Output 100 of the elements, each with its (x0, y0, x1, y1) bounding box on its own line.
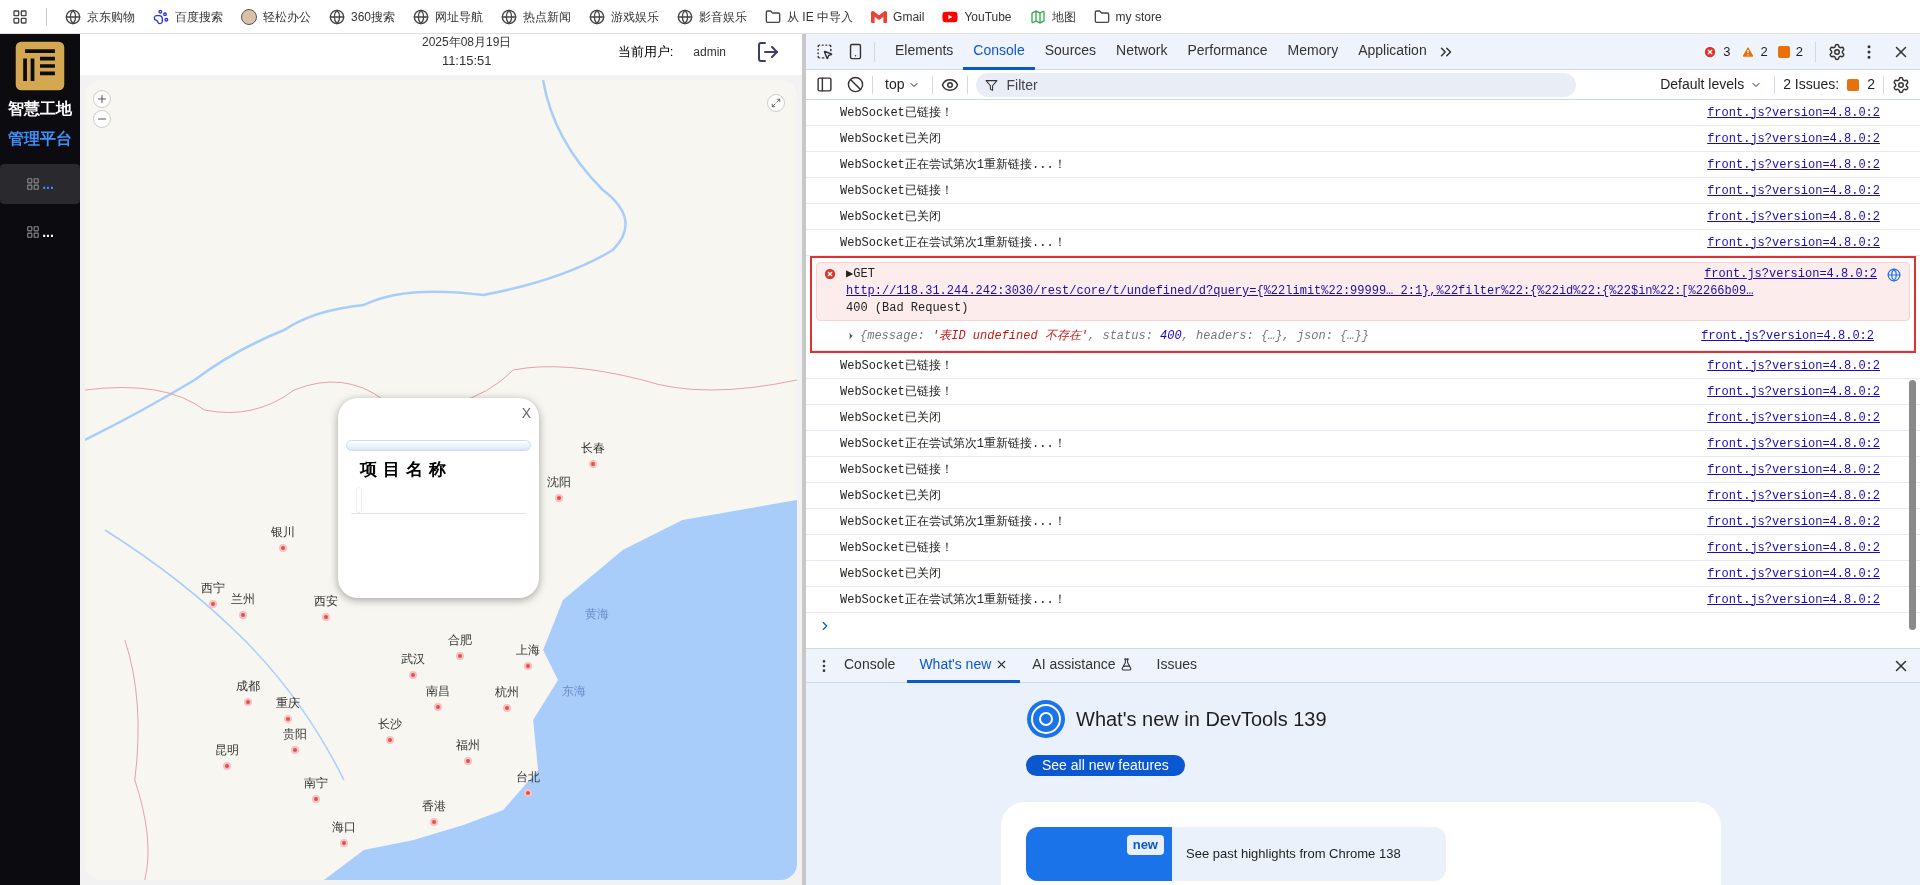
bookmark[interactable]: 京东购物 (65, 7, 135, 26)
source-link[interactable]: front.js?version=4.8.0:2 (1707, 462, 1880, 477)
bookmark[interactable]: 影音娱乐 (677, 7, 748, 26)
source-link[interactable]: front.js?version=4.8.0:2 (1707, 592, 1880, 607)
new-badge: new (1126, 835, 1164, 855)
source-link[interactable]: front.js?version=4.8.0:2 (1707, 514, 1880, 529)
panel-tab[interactable]: Application (1348, 33, 1437, 70)
log-message: WebSocket已关闭 (840, 565, 941, 583)
log-message: WebSocket已关闭 (840, 409, 941, 427)
source-link[interactable]: front.js?version=4.8.0:2 (1707, 358, 1880, 373)
highlight-text[interactable]: See past highlights from Chrome 138 (1186, 844, 1401, 864)
sea-label: 黄海 (585, 608, 609, 620)
see-all-features-button[interactable]: See all new features (1026, 755, 1185, 776)
warning-count[interactable]: 2 (1760, 41, 1768, 62)
globe-icon (413, 8, 430, 25)
filter-field[interactable]: Filter (976, 72, 1577, 97)
logout-icon[interactable] (756, 40, 780, 64)
source-link[interactable]: front.js?version=4.8.0:2 (1707, 384, 1880, 399)
panel-tab[interactable]: Network (1106, 33, 1178, 70)
bookmark[interactable]: 地图 (1029, 7, 1076, 26)
source-link[interactable]: front.js?version=4.8.0:2 (1707, 105, 1880, 120)
city-label: 西安 (314, 595, 338, 607)
request-method[interactable]: ▶GET (846, 266, 875, 283)
globe-icon (677, 8, 694, 25)
context-dropdown[interactable]: top (881, 74, 925, 95)
panel-tab[interactable]: Elements (885, 33, 964, 70)
log-message: WebSocket已链接！ (840, 357, 953, 375)
device-icon[interactable] (847, 43, 864, 60)
panel-tab[interactable]: Performance (1177, 33, 1278, 70)
bookmark[interactable]: 轻松办公 (241, 7, 311, 26)
source-link[interactable]: front.js?version=4.8.0:2 (1701, 328, 1874, 343)
source-link[interactable]: front.js?version=4.8.0:2 (1707, 436, 1880, 451)
globe-icon (65, 8, 81, 25)
source-link[interactable]: front.js?version=4.8.0:2 (1707, 488, 1880, 503)
source-link[interactable]: front.js?version=4.8.0:2 (1707, 566, 1880, 581)
object-preview[interactable]: {message: '表ID undefined 不存在', status: 400, headers: {…}, json: {…}} (860, 326, 1369, 345)
filter-icon (985, 78, 999, 92)
drawer-tab[interactable]: Issues (1144, 648, 1210, 683)
city-label: 兰州 (231, 593, 255, 605)
apps-icon[interactable] (12, 8, 28, 25)
nav-item[interactable]: ... (0, 212, 80, 252)
panel-tab[interactable]: Console (963, 33, 1035, 70)
issues-label[interactable]: 2 Issues: (1783, 74, 1840, 95)
warning-icon (1740, 44, 1755, 59)
issue-icon (1777, 45, 1790, 58)
city-label: 长沙 (378, 718, 402, 730)
city-label: 长春 (581, 442, 605, 454)
folder-icon (1093, 8, 1110, 25)
source-link[interactable]: front.js?version=4.8.0:2 (1707, 235, 1880, 250)
settings-icon[interactable] (1892, 75, 1910, 94)
log-message: WebSocket已关闭 (840, 487, 941, 505)
time-text: 11:15:51 (441, 52, 492, 70)
levels-dropdown[interactable]: Default levels (1656, 74, 1767, 95)
bookmark[interactable]: 热点新闻 (501, 7, 572, 26)
city-label: 武汉 (401, 653, 425, 665)
bookmark[interactable]: 网址导航 (413, 7, 484, 26)
source-link[interactable]: front.js?version=4.8.0:2 (1707, 410, 1880, 425)
panel-tab[interactable]: Sources (1034, 33, 1107, 70)
globe-icon (589, 8, 606, 25)
source-link[interactable]: front.js?version=4.8.0:2 (1707, 540, 1880, 555)
drawer-tab[interactable]: What's new (907, 648, 1021, 683)
bookmark[interactable]: 游戏娱乐 (589, 7, 660, 26)
bookmark[interactable]: 360搜索 (329, 7, 396, 26)
network-icon[interactable] (1887, 267, 1901, 282)
inspect-icon[interactable] (816, 43, 833, 60)
source-link[interactable]: front.js?version=4.8.0:2 (1707, 157, 1880, 172)
error-count[interactable]: 3 (1723, 41, 1731, 62)
settings-icon[interactable] (1828, 42, 1846, 61)
mail-icon (871, 8, 888, 25)
bookmark[interactable]: my store (1093, 7, 1162, 26)
source-link[interactable]: front.js?version=4.8.0:2 (1707, 183, 1880, 198)
grid-icon (26, 225, 41, 239)
clear-icon[interactable] (847, 76, 864, 93)
bookmark[interactable]: 百度搜索 (153, 7, 223, 26)
expand-icon[interactable] (846, 330, 856, 341)
bookmark[interactable]: 从 IE 中导入 (765, 7, 854, 26)
scrollbar-thumb[interactable] (1909, 380, 1916, 630)
whats-new-title: What's new in DevTools 139 (1076, 707, 1327, 732)
globe-icon (329, 8, 345, 25)
source-link[interactable]: front.js?version=4.8.0:2 (1707, 131, 1880, 146)
sea-label: 东海 (562, 685, 586, 697)
issue-count[interactable]: 2 (1867, 74, 1875, 95)
panel-tab[interactable]: Memory (1277, 33, 1349, 70)
request-url[interactable]: http://118.31.244.242:3030/rest/core/t/undefined/d?query={%22limit%22:99999… 2:1},%22filter%22:{%22id%22:{%22$in%22:[%2266b09… (846, 283, 1901, 300)
bookmark[interactable]: YouTube (942, 7, 1012, 26)
log-message: WebSocket已链接！ (840, 539, 953, 557)
city-label: 银川 (271, 526, 295, 538)
sidebar-toggle-icon[interactable] (816, 76, 833, 93)
close-button[interactable]: X (521, 406, 531, 420)
city-label: 上海 (516, 644, 540, 656)
log-message: WebSocket正在尝试第次1重新链接...！ (840, 156, 1066, 174)
nav-item[interactable]: ... (0, 164, 80, 204)
log-message: WebSocket正在尝试第次1重新链接...！ (840, 435, 1066, 453)
drawer-tab[interactable]: AI assistance (1020, 648, 1145, 683)
source-link[interactable]: front.js?version=4.8.0:2 (1707, 209, 1880, 224)
drawer-tab[interactable]: Console (832, 648, 908, 683)
city-label: 昆明 (215, 744, 239, 756)
issue-count[interactable]: 2 (1795, 41, 1803, 62)
source-link[interactable]: front.js?version=4.8.0:2 (1704, 267, 1877, 281)
bookmark[interactable]: Gmail (871, 7, 925, 26)
